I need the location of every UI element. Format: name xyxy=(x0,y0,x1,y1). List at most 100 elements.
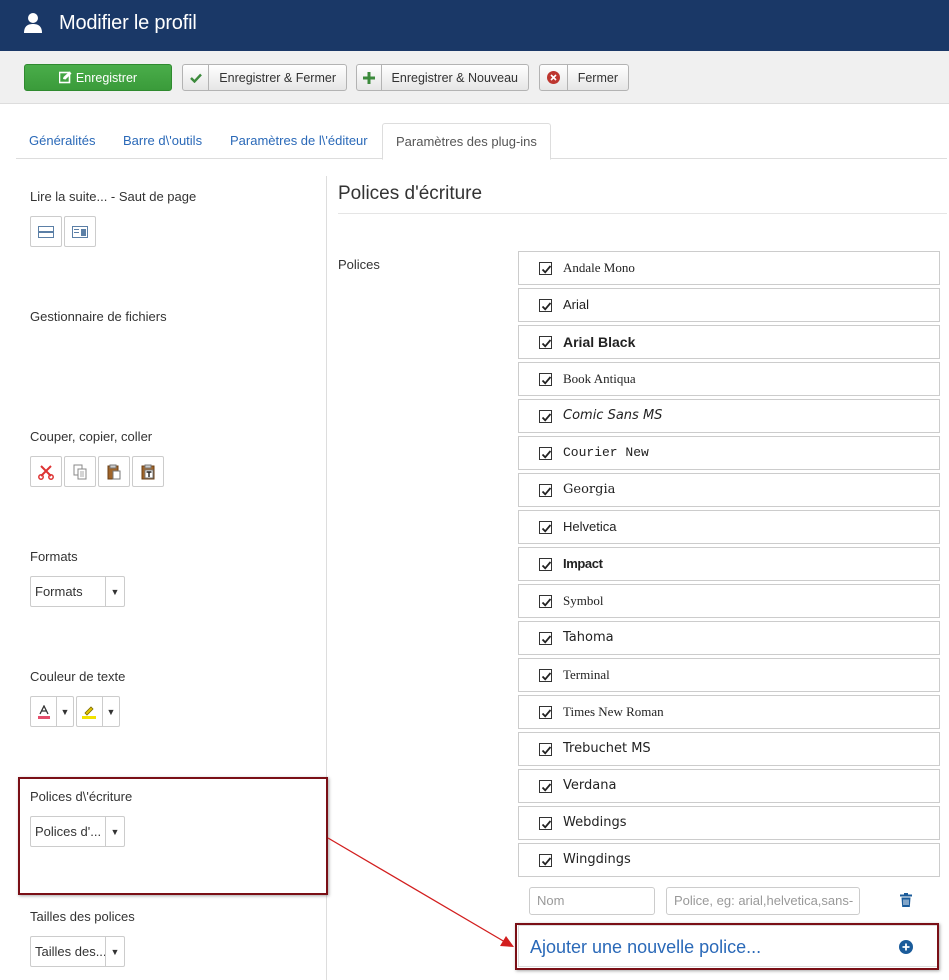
font-option-label: Verdana xyxy=(563,778,617,793)
font-checkbox[interactable] xyxy=(539,743,552,756)
checkmark-icon xyxy=(541,265,552,274)
font-option-label: Courier New xyxy=(563,445,649,460)
font-option-row[interactable]: Tahoma xyxy=(518,621,940,655)
readmore-button[interactable] xyxy=(64,216,96,247)
close-button[interactable]: Fermer xyxy=(539,64,629,91)
checkmark-icon xyxy=(541,820,552,829)
font-checkbox[interactable] xyxy=(539,410,552,423)
font-option-row[interactable]: Courier New xyxy=(518,436,940,470)
checkmark-icon xyxy=(541,598,552,607)
annotation-highlight-add-font xyxy=(515,923,939,970)
font-option-label: Book Antiqua xyxy=(563,371,636,386)
font-name-input[interactable]: Nom xyxy=(529,887,655,915)
pagebreak-group: Lire la suite... - Saut de page xyxy=(30,189,196,204)
font-option-row[interactable]: Arial xyxy=(518,288,940,322)
tab-plugin-params[interactable]: Paramètres des plug-ins xyxy=(382,123,551,160)
font-checkbox[interactable] xyxy=(539,595,552,608)
font-option-label: Symbol xyxy=(563,593,604,608)
pagebreak-button[interactable] xyxy=(30,216,62,247)
font-option-row[interactable]: Comic Sans MS xyxy=(518,399,940,433)
font-value-input[interactable]: Police, eg: arial,helvetica,sans- xyxy=(666,887,860,915)
fonts-field-label: Polices xyxy=(338,257,380,272)
font-option-label: Arial Black xyxy=(563,334,636,350)
paste-icon xyxy=(107,464,121,479)
copy-icon xyxy=(73,464,87,479)
font-option-row[interactable]: Wingdings xyxy=(518,843,940,877)
checkmark-icon xyxy=(541,302,552,311)
font-checkbox[interactable] xyxy=(539,854,552,867)
tab-general[interactable]: Généralités xyxy=(16,123,108,159)
caret-down-icon: ▼ xyxy=(56,697,73,726)
fontsizes-label: Tailles des polices xyxy=(30,909,135,924)
font-option-row[interactable]: Georgia xyxy=(518,473,940,507)
font-option-row[interactable]: Verdana xyxy=(518,769,940,803)
font-option-label: Terminal xyxy=(563,667,610,682)
paste-text-button[interactable] xyxy=(132,456,164,487)
section-divider xyxy=(338,213,947,214)
font-option-row[interactable]: Impact xyxy=(518,547,940,581)
font-checkbox[interactable] xyxy=(539,521,552,534)
caret-down-icon: ▼ xyxy=(105,937,124,966)
section-title: Polices d'écriture xyxy=(338,183,483,204)
font-checkbox[interactable] xyxy=(539,262,552,275)
checkmark-icon xyxy=(541,635,552,644)
font-option-label: Times New Roman xyxy=(563,704,664,719)
caret-down-icon: ▼ xyxy=(105,577,124,606)
font-checkbox[interactable] xyxy=(539,669,552,682)
font-option-row[interactable]: Andale Mono xyxy=(518,251,940,285)
save-label: Enregistrer xyxy=(75,70,138,85)
copy-button[interactable] xyxy=(64,456,96,487)
font-checkbox[interactable] xyxy=(539,632,552,645)
filemanager-label: Gestionnaire de fichiers xyxy=(30,309,167,324)
font-checkbox[interactable] xyxy=(539,558,552,571)
font-option-label: Andale Mono xyxy=(563,260,635,275)
font-option-label: Impact xyxy=(563,556,603,571)
font-option-row[interactable]: Terminal xyxy=(518,658,940,692)
font-option-row[interactable]: Book Antiqua xyxy=(518,362,940,396)
tab-editor-params[interactable]: Paramètres de l\'éditeur xyxy=(217,123,381,159)
font-checkbox[interactable] xyxy=(539,336,552,349)
font-checkbox[interactable] xyxy=(539,299,552,312)
fontsizes-select[interactable]: Tailles des... ▼ xyxy=(30,936,125,967)
formats-select[interactable]: Formats ▼ xyxy=(30,576,125,607)
font-option-row[interactable]: Webdings xyxy=(518,806,940,840)
checkmark-icon xyxy=(541,709,552,718)
font-option-label: Trebuchet MS xyxy=(563,741,651,756)
font-checkbox[interactable] xyxy=(539,447,552,460)
checkmark-icon xyxy=(541,376,552,385)
font-checkbox[interactable] xyxy=(539,706,552,719)
font-checkbox[interactable] xyxy=(539,484,552,497)
font-option-row[interactable]: Symbol xyxy=(518,584,940,618)
tab-toolbar[interactable]: Barre d\'outils xyxy=(110,123,215,159)
save-new-button[interactable]: Enregistrer & Nouveau xyxy=(356,64,529,91)
checkmark-icon xyxy=(541,339,552,348)
font-option-label: Webdings xyxy=(563,815,627,830)
caret-down-icon: ▼ xyxy=(102,697,119,726)
trash-icon[interactable] xyxy=(900,893,912,907)
font-option-row[interactable]: Trebuchet MS xyxy=(518,732,940,766)
font-option-row[interactable]: Helvetica xyxy=(518,510,940,544)
font-checkbox[interactable] xyxy=(539,817,552,830)
toolbar: Enregistrer Enregistrer & Fermer Enregis… xyxy=(0,51,949,104)
save-new-label: Enregistrer & Nouveau xyxy=(391,70,518,85)
backcolor-select[interactable]: ▼ xyxy=(76,696,120,727)
textcolor-group: Couleur de texte xyxy=(30,669,125,684)
save-button[interactable]: Enregistrer xyxy=(24,64,172,91)
font-checkbox[interactable] xyxy=(539,373,552,386)
forecolor-select[interactable]: ▼ xyxy=(30,696,74,727)
highlighter-icon xyxy=(82,705,96,719)
cut-button[interactable] xyxy=(30,456,62,487)
font-option-row[interactable]: Arial Black xyxy=(518,325,940,359)
filemanager-group: Gestionnaire de fichiers xyxy=(30,309,167,324)
font-checkbox[interactable] xyxy=(539,780,552,793)
paste-text-icon xyxy=(141,464,155,479)
annotation-highlight-fonts-button xyxy=(18,777,328,895)
fontsizes-group: Tailles des polices xyxy=(30,909,135,924)
font-option-label: Georgia xyxy=(563,482,616,497)
paste-button[interactable] xyxy=(98,456,130,487)
save-close-button[interactable]: Enregistrer & Fermer xyxy=(182,64,347,91)
plus-icon xyxy=(362,71,375,84)
font-option-row[interactable]: Times New Roman xyxy=(518,695,940,729)
checkmark-icon xyxy=(541,413,552,422)
check-icon xyxy=(189,73,202,83)
